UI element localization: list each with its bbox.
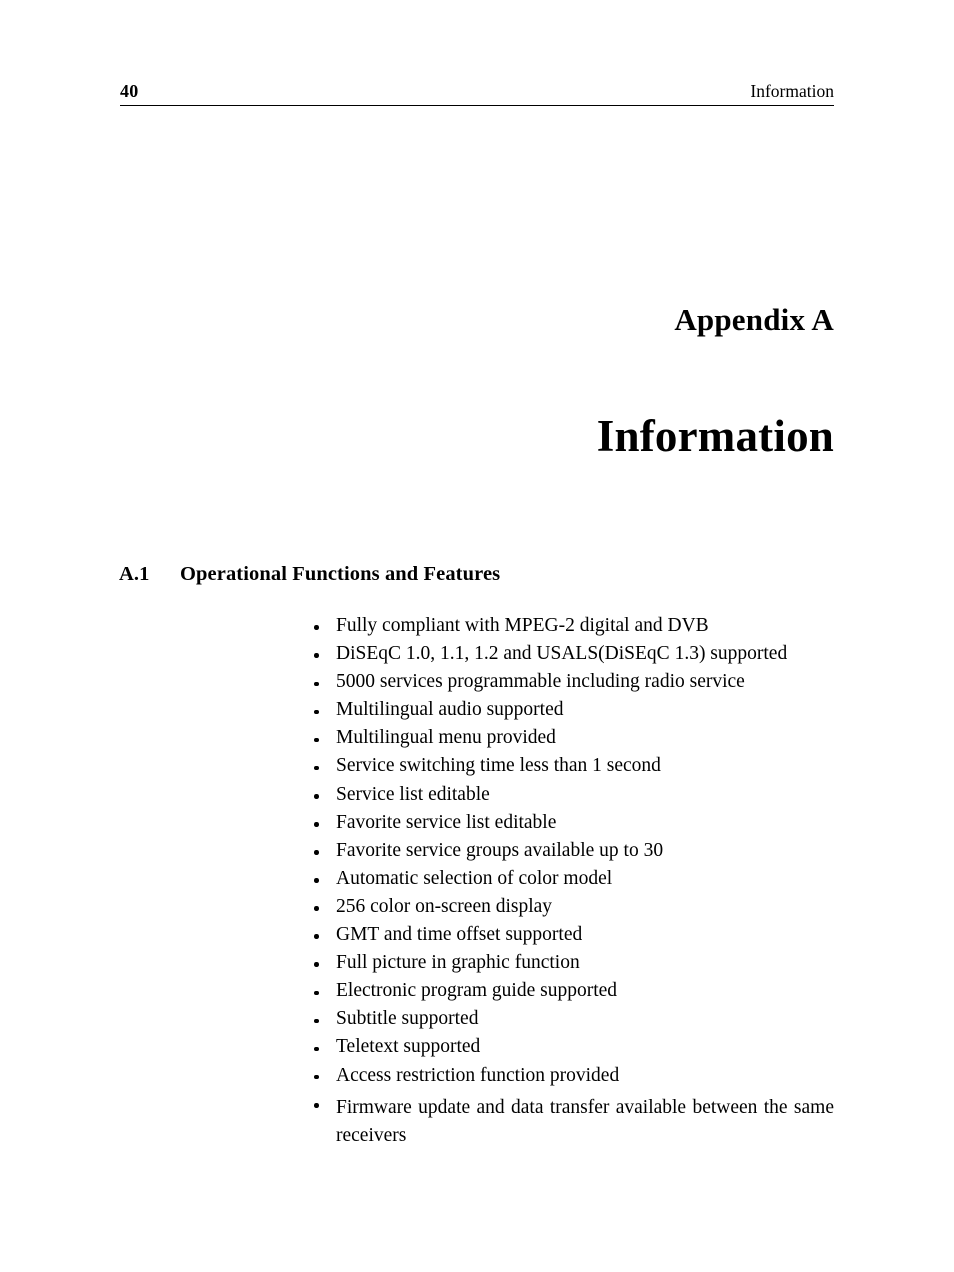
feature-list-item: Automatic selection of color model xyxy=(313,869,834,889)
feature-list-item: GMT and time offset supported xyxy=(313,925,834,945)
feature-text: Access restriction function provided xyxy=(336,1064,620,1086)
feature-text: Service list editable xyxy=(336,783,490,805)
feature-text: 256 color on-screen display xyxy=(336,895,553,917)
section-number: A.1 xyxy=(119,563,150,585)
feature-list-item: 256 color on-screen display xyxy=(313,897,834,917)
document-page: 40 Information Appendix A Information A.… xyxy=(0,0,954,1272)
feature-list-item: Electronic program guide supported xyxy=(313,981,834,1001)
bullet-icon xyxy=(314,1102,319,1108)
bullet-icon xyxy=(314,1046,319,1052)
bullet-icon xyxy=(314,1074,319,1080)
bullet-icon xyxy=(314,653,319,659)
bullet-icon xyxy=(314,793,319,799)
feature-list-item: Multilingual menu provided xyxy=(313,728,834,748)
bullet-icon xyxy=(314,709,319,715)
section-title: Operational Functions and Features xyxy=(180,563,501,585)
bullet-icon xyxy=(314,822,319,827)
feature-text: Favorite service groups available up to … xyxy=(336,839,664,861)
feature-text: GMT and time offset supported xyxy=(336,924,583,946)
feature-list-item: Service switching time less than 1 secon… xyxy=(313,756,834,776)
feature-list-item: Favorite service groups available up to … xyxy=(313,841,834,861)
feature-text: Service switching time less than 1 secon… xyxy=(336,755,661,777)
feature-list: Fully compliant with MPEG-2 digital and … xyxy=(313,616,834,1158)
feature-list-item: Full picture in graphic function xyxy=(313,953,834,973)
feature-list-item: Teletext supported xyxy=(313,1037,834,1057)
feature-text: Fully compliant with MPEG-2 digital and … xyxy=(336,615,709,636)
bullet-icon xyxy=(314,878,319,883)
bullet-icon xyxy=(314,1018,319,1024)
feature-text: 5000 services programmable including rad… xyxy=(336,671,745,693)
feature-list-item: 5000 services programmable including rad… xyxy=(313,672,834,692)
feature-list-item: Fully compliant with MPEG-2 digital and … xyxy=(313,616,834,636)
page-number: 40 xyxy=(120,81,139,101)
feature-text: Favorite service list editable xyxy=(336,811,557,833)
feature-text: Electronic program guide supported xyxy=(336,980,618,1002)
feature-text: Automatic selection of color model xyxy=(336,867,613,889)
bullet-icon xyxy=(314,681,319,687)
page-header: 40 Information xyxy=(120,82,834,106)
bullet-icon xyxy=(314,625,319,630)
feature-text: Multilingual audio supported xyxy=(336,699,564,721)
feature-list-item: Multilingual audio supported xyxy=(313,700,834,720)
feature-text: DiSEqC 1.0, 1.1, 1.2 and USALS(DiSEqC 1.… xyxy=(336,643,788,665)
feature-list-item: DiSEqC 1.0, 1.1, 1.2 and USALS(DiSEqC 1.… xyxy=(313,644,834,664)
bullet-icon xyxy=(314,737,319,743)
feature-list-item: Service list editable xyxy=(313,785,834,805)
feature-text: Full picture in graphic function xyxy=(336,952,580,974)
appendix-label: Appendix A xyxy=(674,302,834,337)
feature-text: Multilingual menu provided xyxy=(336,727,556,749)
feature-list-item: Favorite service list editable xyxy=(313,813,834,833)
bullet-icon xyxy=(314,990,319,996)
feature-text: Subtitle supported xyxy=(336,1008,479,1030)
feature-text: Teletext supported xyxy=(336,1036,481,1058)
bullet-icon xyxy=(314,765,319,771)
bullet-icon xyxy=(314,934,319,939)
chapter-title: Information xyxy=(596,411,834,461)
feature-text: Firmware update and data transfer availa… xyxy=(336,1096,834,1146)
feature-list-item: Firmware update and data transfer availa… xyxy=(313,1094,834,1150)
bullet-icon xyxy=(314,962,319,968)
feature-list-item: Subtitle supported xyxy=(313,1009,834,1029)
bullet-icon xyxy=(314,850,319,855)
running-header-title: Information xyxy=(750,80,834,101)
feature-list-item: Access restriction function provided xyxy=(313,1064,834,1086)
section-heading: A.1 Operational Functions and Features xyxy=(119,563,834,586)
bullet-icon xyxy=(314,906,319,911)
